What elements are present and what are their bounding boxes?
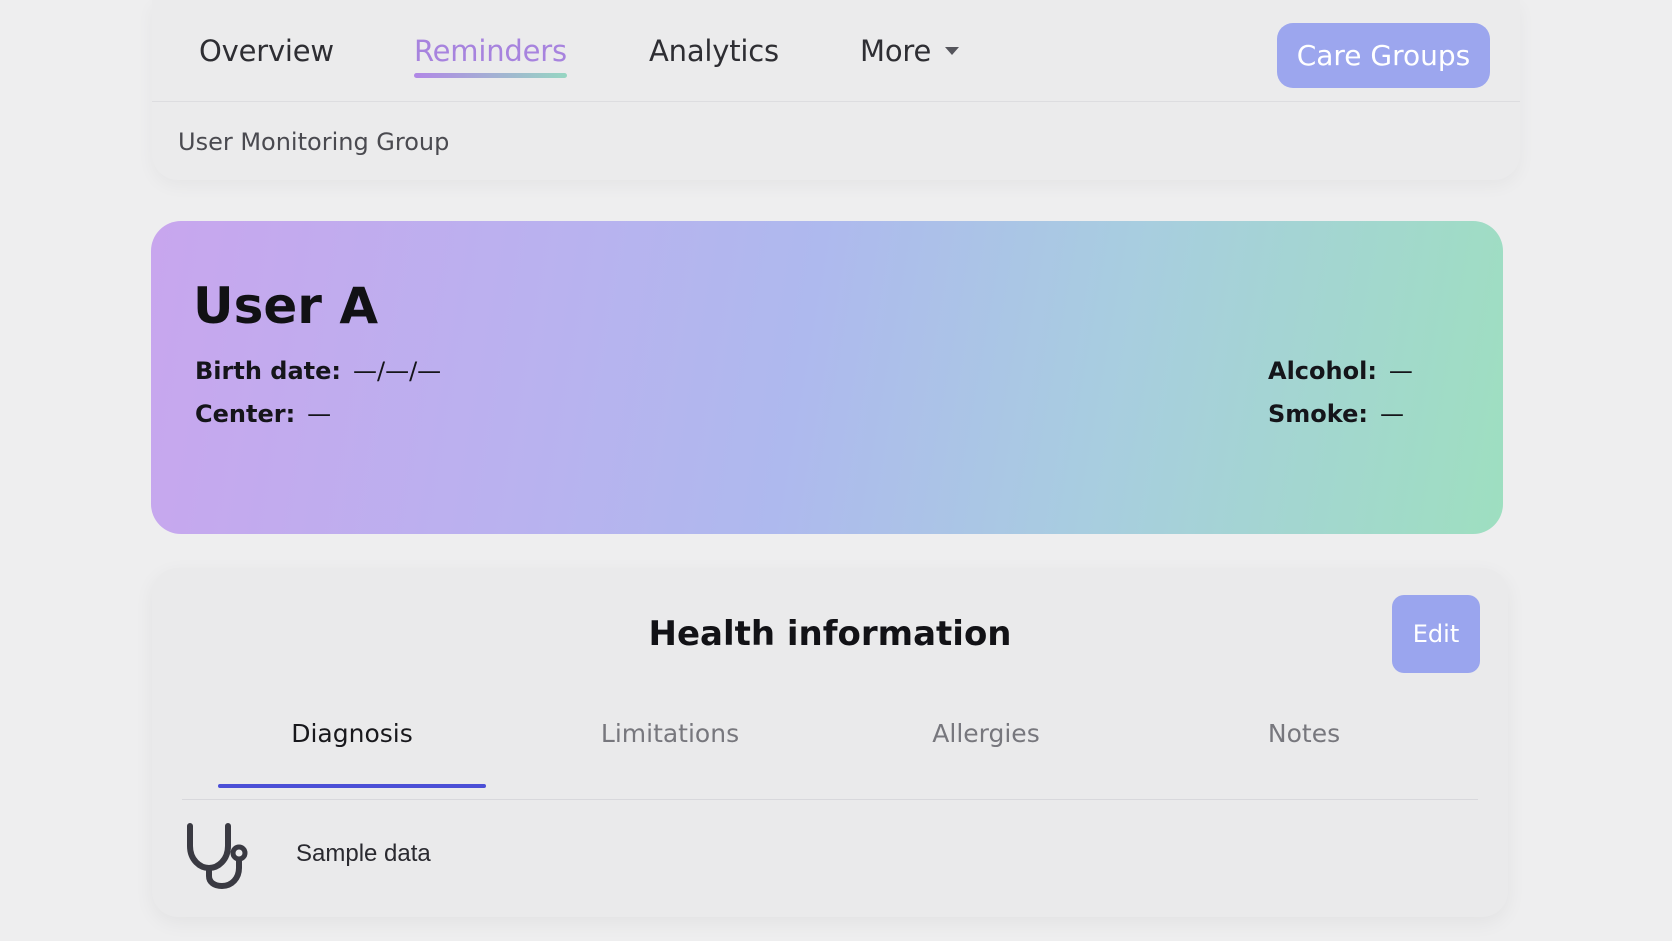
list-item: Sample data — [182, 818, 782, 898]
page: Overview Reminders Analytics More Care G… — [0, 0, 1672, 941]
smoke-label: Smoke: — [1268, 400, 1368, 428]
alcohol-label: Alcohol: — [1268, 357, 1377, 385]
caret-down-icon — [945, 47, 960, 55]
health-tabs: Diagnosis Limitations Allergies Notes — [182, 688, 1478, 800]
edit-button[interactable]: Edit — [1392, 595, 1480, 673]
center-label: Center: — [195, 400, 296, 428]
stethoscope-icon — [187, 823, 248, 890]
tab-more-label: More — [860, 34, 932, 68]
tab-overview[interactable]: Overview — [199, 34, 334, 68]
tab-reminders[interactable]: Reminders — [414, 34, 567, 78]
smoke-value: — — [1379, 400, 1404, 428]
profile-card: User A Birth date: —/—/— Center: — Alcohol… — [151, 221, 1503, 534]
tab-allergies[interactable]: Allergies — [852, 688, 1120, 788]
tab-reminders-label: Reminders — [414, 34, 567, 68]
tab-analytics-label: Analytics — [649, 34, 779, 68]
alcohol-row: Alcohol: — — [1268, 357, 1413, 385]
birth-date-row: Birth date: —/—/— — [195, 357, 441, 385]
birth-date-label: Birth date: — [195, 357, 341, 385]
care-groups-button[interactable]: Care Groups — [1277, 23, 1490, 88]
smoke-row: Smoke: — — [1268, 400, 1404, 428]
health-info-title: Health information — [648, 614, 1012, 654]
center-row: Center: — — [195, 400, 331, 428]
tab-limitations[interactable]: Limitations — [536, 688, 804, 788]
birth-date-value: —/—/— — [353, 357, 442, 385]
top-nav-tabs: Overview Reminders Analytics More Care G… — [152, 0, 1520, 102]
center-value: — — [307, 400, 332, 428]
tab-overview-label: Overview — [199, 34, 334, 68]
user-name: User A — [193, 277, 379, 335]
tab-analytics[interactable]: Analytics — [649, 34, 779, 68]
top-nav-card: Overview Reminders Analytics More Care G… — [152, 0, 1520, 180]
list-item-text: Sample data — [296, 840, 431, 867]
tab-diagnosis[interactable]: Diagnosis — [218, 688, 486, 788]
group-label: User Monitoring Group — [178, 128, 450, 156]
tab-more-dropdown[interactable]: More — [860, 34, 960, 68]
active-tab-underline — [414, 73, 567, 78]
tab-notes[interactable]: Notes — [1170, 688, 1438, 788]
alcohol-value: — — [1388, 357, 1413, 385]
health-info-card: Health information Edit Diagnosis Limita… — [152, 568, 1508, 917]
